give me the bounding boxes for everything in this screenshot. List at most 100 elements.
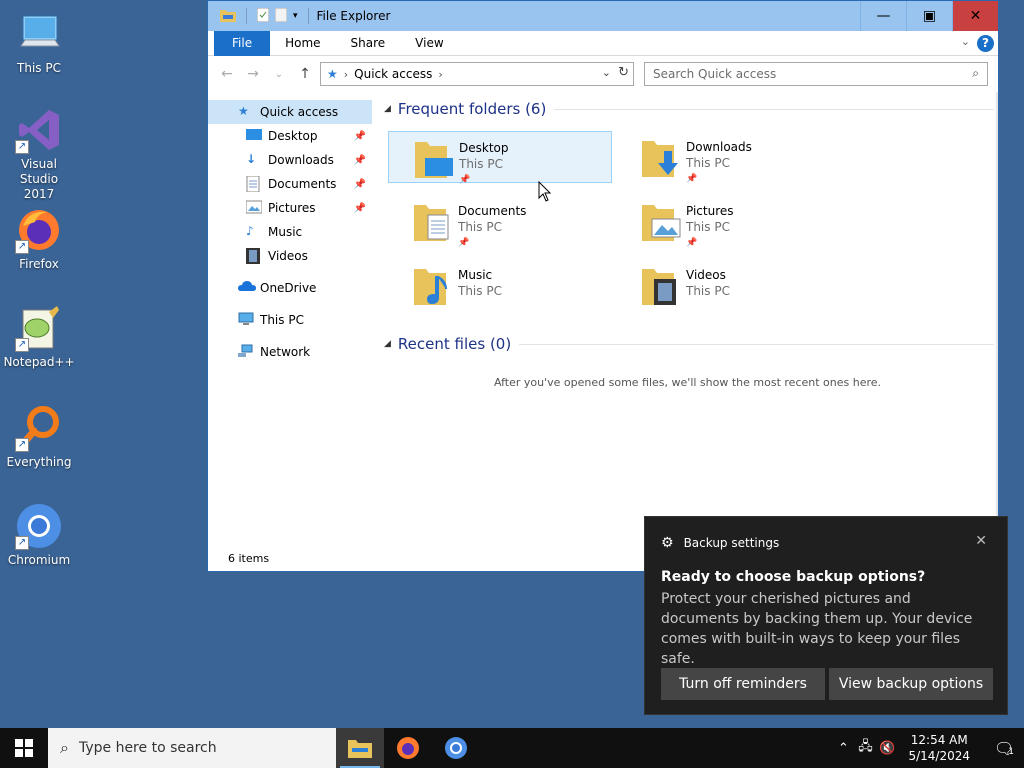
nav-item-this-pc[interactable]: This PC: [208, 308, 372, 332]
view-backup-options-button[interactable]: View backup options: [829, 668, 993, 700]
frequent-folders-header[interactable]: ◢ Frequent folders (6): [384, 100, 994, 118]
nav-item-music[interactable]: ♪ Music: [208, 220, 372, 244]
desktop-icon-chromium[interactable]: ↗ Chromium: [0, 502, 78, 568]
folder-tile-documents[interactable]: Documents This PC 📌: [388, 195, 612, 248]
collapse-triangle-icon[interactable]: ◢: [384, 104, 391, 114]
folder-tile-downloads[interactable]: Downloads This PC 📌: [616, 131, 840, 184]
taskbar-search-input[interactable]: ⌕ Type here to search: [48, 728, 336, 768]
tab-home[interactable]: Home: [270, 31, 335, 56]
desktop-icon-label: Notepad++: [3, 355, 75, 369]
chromium-icon: [445, 737, 467, 759]
close-button[interactable]: ✕: [952, 1, 998, 31]
search-input[interactable]: Search Quick access ⌕: [644, 62, 988, 86]
notification-app-name: Backup settings: [683, 536, 780, 550]
star-icon: ★: [238, 104, 249, 118]
divider: [519, 343, 994, 345]
window-controls: — ▣ ✕: [860, 1, 998, 31]
show-hidden-icons-chevron-icon[interactable]: ⌃: [832, 741, 854, 756]
action-center-button[interactable]: 🗨 1: [984, 728, 1024, 768]
maximize-button[interactable]: ▣: [906, 1, 952, 31]
nav-item-documents[interactable]: Documents 📌: [208, 172, 372, 196]
tab-view[interactable]: View: [400, 31, 458, 56]
monitor-icon: [238, 312, 254, 328]
window-title: File Explorer: [316, 9, 391, 23]
pin-icon[interactable]: 📌: [354, 179, 366, 190]
recent-files-header[interactable]: ◢ Recent files (0): [384, 335, 994, 353]
folder-tile-pictures[interactable]: Pictures This PC 📌: [616, 195, 840, 248]
group-header-label: Frequent folders (6): [397, 100, 547, 118]
expand-ribbon-chevron-icon[interactable]: ⌄: [961, 35, 970, 48]
nav-item-pictures[interactable]: Pictures 📌: [208, 196, 372, 220]
nav-item-onedrive[interactable]: OneDrive: [208, 276, 372, 300]
desktop-icon-label: Everything: [6, 455, 72, 469]
group-header-label: Recent files (0): [397, 335, 512, 353]
network-icon[interactable]: 🖧: [854, 737, 876, 759]
nav-item-network[interactable]: Network: [208, 340, 372, 364]
desktop-icon-everything[interactable]: ↗ Everything: [0, 404, 78, 470]
pin-icon[interactable]: 📌: [354, 131, 366, 142]
explorer-body: ★ Quick access Desktop 📌 ↓ Downloads 📌 D…: [208, 92, 998, 571]
nav-item-quick-access[interactable]: ★ Quick access: [208, 100, 372, 124]
notepad-plus-plus-icon: ↗: [15, 304, 63, 352]
file-explorer-icon: [348, 740, 372, 758]
taskbar-file-explorer[interactable]: [336, 728, 384, 768]
nav-item-videos[interactable]: Videos: [208, 244, 372, 268]
maximize-icon: ▣: [922, 8, 937, 24]
collapse-triangle-icon[interactable]: ◢: [384, 339, 391, 349]
nav-item-desktop[interactable]: Desktop 📌: [208, 124, 372, 148]
back-arrow-icon[interactable]: ←: [214, 66, 240, 82]
taskbar-chromium[interactable]: [432, 728, 480, 768]
refresh-icon[interactable]: ↻: [618, 65, 629, 80]
folder-tile-music[interactable]: Music This PC: [388, 259, 612, 311]
recent-locations-chevron-icon[interactable]: ⌄: [266, 69, 292, 80]
folder-location: This PC: [458, 220, 502, 234]
chromium-icon: ↗: [15, 502, 63, 550]
forward-arrow-icon[interactable]: →: [240, 66, 266, 82]
new-folder-icon[interactable]: [274, 7, 288, 25]
clock[interactable]: 12:54 AM 5/14/2024: [908, 732, 970, 764]
folder-tile-desktop[interactable]: Desktop This PC 📌: [388, 131, 612, 185]
quick-access-toolbar: ▾: [208, 7, 313, 25]
breadcrumb-quick-access[interactable]: Quick access: [354, 67, 432, 81]
quick-access-star-icon: ★: [327, 67, 338, 81]
help-icon[interactable]: ?: [977, 35, 994, 52]
start-button[interactable]: [0, 728, 48, 768]
shortcut-arrow-icon: ↗: [15, 140, 29, 154]
tab-file[interactable]: File: [214, 30, 271, 56]
nav-item-label: This PC: [260, 313, 304, 327]
everything-search-icon: ↗: [15, 404, 63, 452]
taskbar-firefox[interactable]: [384, 728, 432, 768]
breadcrumb-chevron-icon[interactable]: ›: [438, 68, 442, 81]
folder-tile-videos[interactable]: Videos This PC: [616, 259, 840, 311]
address-dropdown-chevron-icon[interactable]: ⌄: [602, 66, 611, 79]
folder-location: This PC: [686, 284, 730, 298]
desktop-icon-visual-studio[interactable]: ↗ Visual Studio 2017: [0, 106, 78, 202]
backup-notification[interactable]: ⚙ Backup settings ✕ Ready to choose back…: [644, 516, 1008, 715]
pin-icon[interactable]: 📌: [354, 203, 366, 214]
scrollbar[interactable]: [996, 92, 998, 571]
desktop-icon-label: Firefox: [19, 257, 59, 271]
nav-item-label: Downloads: [268, 153, 334, 167]
pin-icon[interactable]: 📌: [354, 155, 366, 166]
volume-muted-icon[interactable]: 🔇: [876, 741, 898, 756]
content-pane: ◢ Frequent folders (6) Desktop This PC 📌: [376, 92, 994, 547]
address-field[interactable]: ★ › Quick access › ⌄ ↻: [320, 62, 634, 86]
breadcrumb-chevron-icon[interactable]: ›: [344, 68, 348, 81]
tab-share[interactable]: Share: [336, 31, 401, 56]
navigation-pane: ★ Quick access Desktop 📌 ↓ Downloads 📌 D…: [208, 92, 372, 547]
desktop-icon-this-pc[interactable]: This PC: [0, 10, 78, 76]
minimize-button[interactable]: —: [860, 1, 906, 31]
customize-toolbar-chevron-icon[interactable]: ▾: [293, 11, 298, 21]
close-icon[interactable]: ✕: [975, 533, 987, 549]
nav-item-downloads[interactable]: ↓ Downloads 📌: [208, 148, 372, 172]
notification-message: Protect your cherished pictures and docu…: [661, 591, 973, 667]
documents-folder-icon: [412, 197, 454, 243]
folder-name: Documents: [458, 204, 527, 218]
search-icon: ⌕: [60, 738, 69, 757]
properties-icon[interactable]: [256, 7, 270, 25]
up-arrow-icon[interactable]: ↑: [292, 66, 318, 82]
desktop-icon-firefox[interactable]: ↗ Firefox: [0, 206, 78, 272]
turn-off-reminders-button[interactable]: Turn off reminders: [661, 668, 825, 700]
desktop-icon-notepad-plus-plus[interactable]: ↗ Notepad++: [0, 304, 78, 370]
title-bar[interactable]: ▾ File Explorer — ▣ ✕: [208, 1, 998, 31]
